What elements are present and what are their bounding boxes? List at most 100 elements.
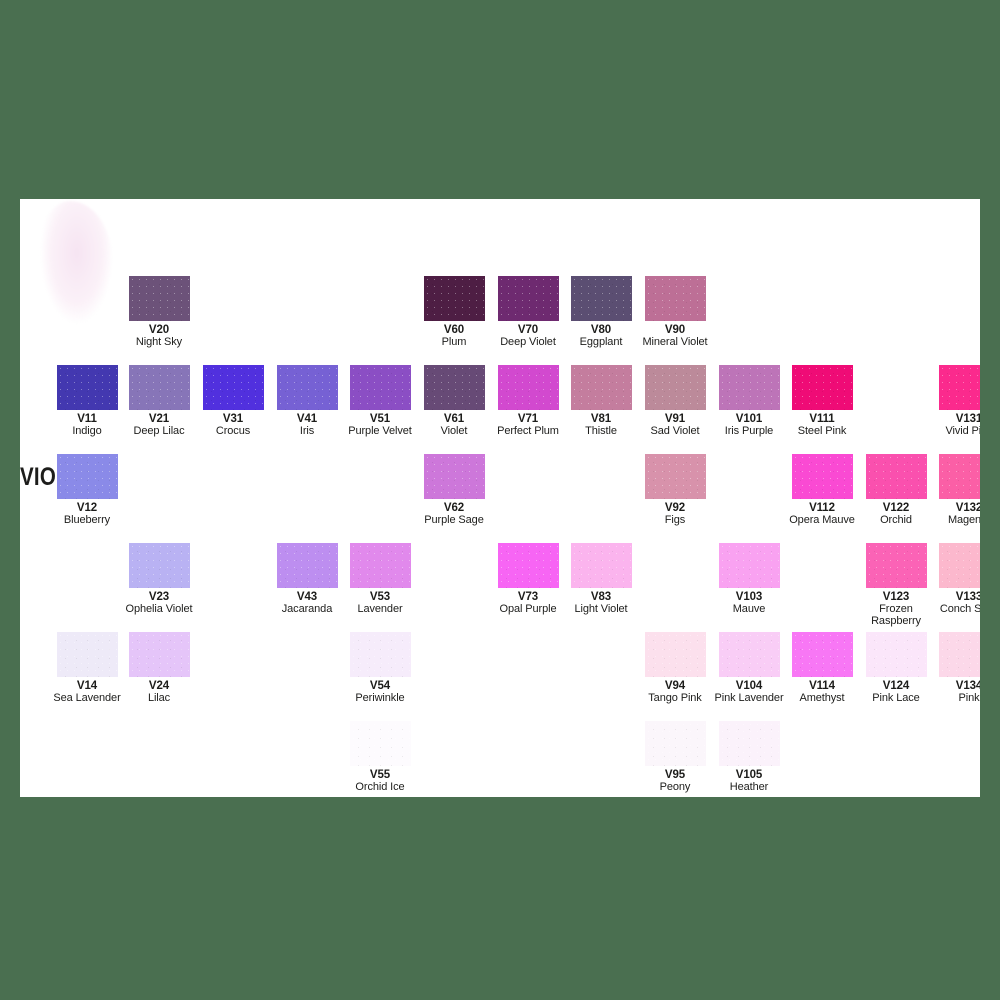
colour-swatch[interactable]	[423, 276, 485, 321]
swatch-cell[interactable]: V60 Plum	[417, 276, 491, 348]
swatch-code: V92	[664, 502, 686, 514]
colour-swatch[interactable]	[718, 721, 780, 766]
swatch-cell[interactable]: V21 Deep Lilac	[122, 365, 196, 437]
colour-swatch[interactable]	[56, 632, 118, 677]
swatch-caption: V61 Violet	[417, 413, 491, 437]
swatch-cell[interactable]: V122 Orchid	[859, 454, 933, 526]
colour-swatch[interactable]	[938, 454, 980, 499]
colour-swatch[interactable]	[644, 632, 706, 677]
swatch-cell[interactable]: V61 Violet	[417, 365, 491, 437]
colour-swatch[interactable]	[570, 365, 632, 410]
swatch-cell[interactable]: V55 Orchid Ice	[343, 721, 417, 793]
swatch-cell[interactable]: V41 Iris	[270, 365, 344, 437]
colour-swatch[interactable]	[128, 543, 190, 588]
swatch-name: Frozen Raspberry	[871, 603, 921, 628]
colour-swatch[interactable]	[56, 365, 118, 410]
colour-swatch[interactable]	[791, 454, 853, 499]
colour-swatch[interactable]	[644, 276, 706, 321]
swatch-cell[interactable]: V111 Steel Pink	[785, 365, 859, 437]
colour-swatch[interactable]	[349, 632, 411, 677]
swatch-name: Perfect Plum	[497, 425, 559, 438]
colour-swatch[interactable]	[718, 543, 780, 588]
swatch-cell[interactable]: V12 Blueberry	[50, 454, 124, 526]
swatch-cell[interactable]: V81 Thistle	[564, 365, 638, 437]
colour-swatch[interactable]	[128, 365, 190, 410]
swatch-cell[interactable]: V91 Sad Violet	[638, 365, 712, 437]
swatch-cell[interactable]: V124 Pink Lace	[859, 632, 933, 704]
swatch-cell[interactable]: V51 Purple Velvet	[343, 365, 417, 437]
colour-swatch[interactable]	[865, 543, 927, 588]
colour-swatch[interactable]	[644, 721, 706, 766]
swatch-cell[interactable]: V70 Deep Violet	[491, 276, 565, 348]
colour-swatch[interactable]	[718, 632, 780, 677]
swatch-cell[interactable]: V14 Sea Lavender	[50, 632, 124, 704]
swatch-cell[interactable]: V43 Jacaranda	[270, 543, 344, 615]
swatch-cell[interactable]: V134 Pink	[932, 632, 980, 704]
colour-swatch[interactable]	[349, 721, 411, 766]
swatch-cell[interactable]: V24 Lilac	[122, 632, 196, 704]
colour-swatch[interactable]	[791, 632, 853, 677]
swatch-cell[interactable]: V71 Perfect Plum	[491, 365, 565, 437]
colour-swatch[interactable]	[423, 365, 485, 410]
colour-swatch[interactable]	[570, 276, 632, 321]
swatch-cell[interactable]: V11 Indigo	[50, 365, 124, 437]
swatch-cell[interactable]: V112 Opera Mauve	[785, 454, 859, 526]
swatch-cell[interactable]: V94 Tango Pink	[638, 632, 712, 704]
colour-swatch[interactable]	[865, 632, 927, 677]
colour-swatch[interactable]	[497, 365, 559, 410]
swatch-cell[interactable]: V101 Iris Purple	[712, 365, 786, 437]
swatch-caption: V31 Crocus	[196, 413, 270, 437]
swatch-cell[interactable]: V131Vivid Pink	[932, 365, 980, 437]
swatch-code: V73	[517, 591, 539, 603]
swatch-name: Magenta	[947, 514, 980, 527]
swatch-cell[interactable]: V95 Peony	[638, 721, 712, 793]
colour-swatch[interactable]	[276, 543, 338, 588]
swatch-cell[interactable]: V73 Opal Purple	[491, 543, 565, 615]
swatch-code: V132	[955, 502, 980, 514]
swatch-cell[interactable]: V105 Heather	[712, 721, 786, 793]
swatch-name: Iris	[299, 425, 315, 438]
colour-swatch[interactable]	[938, 632, 980, 677]
swatch-code: V124	[882, 680, 910, 692]
swatch-cell[interactable]: V104 Pink Lavender	[712, 632, 786, 704]
swatch-cell[interactable]: V62 Purple Sage	[417, 454, 491, 526]
swatch-caption: V20 Night Sky	[122, 324, 196, 348]
swatch-cell[interactable]: V133Conch Shell	[932, 543, 980, 615]
swatch-cell[interactable]: V92 Figs	[638, 454, 712, 526]
swatch-code: V43	[296, 591, 318, 603]
colour-swatch[interactable]	[644, 365, 706, 410]
swatch-cell[interactable]: V114 Amethyst	[785, 632, 859, 704]
colour-swatch[interactable]	[570, 543, 632, 588]
swatch-cell[interactable]: V20 Night Sky	[122, 276, 196, 348]
swatch-caption: V43 Jacaranda	[270, 591, 344, 615]
swatch-cell[interactable]: V103 Mauve	[712, 543, 786, 615]
colour-swatch[interactable]	[497, 543, 559, 588]
colour-swatch[interactable]	[128, 276, 190, 321]
colour-swatch[interactable]	[202, 365, 264, 410]
colour-swatch[interactable]	[791, 365, 853, 410]
swatch-cell[interactable]: V123 Frozen Raspberry	[859, 543, 933, 628]
colour-swatch[interactable]	[938, 365, 980, 410]
swatch-cell[interactable]: V31 Crocus	[196, 365, 270, 437]
swatch-cell[interactable]: V80 Eggplant	[564, 276, 638, 348]
colour-swatch[interactable]	[349, 365, 411, 410]
colour-swatch[interactable]	[128, 632, 190, 677]
colour-swatch[interactable]	[423, 454, 485, 499]
swatch-cell[interactable]: V23 Ophelia Violet	[122, 543, 196, 615]
swatch-cell[interactable]: V90 Mineral Violet	[638, 276, 712, 348]
colour-swatch[interactable]	[865, 454, 927, 499]
swatch-name: Pink Lace	[872, 692, 920, 705]
colour-swatch[interactable]	[497, 276, 559, 321]
colour-swatch[interactable]	[276, 365, 338, 410]
swatch-code: V23	[148, 591, 170, 603]
colour-swatch[interactable]	[349, 543, 411, 588]
colour-swatch[interactable]	[56, 454, 118, 499]
swatch-name: Conch Shell	[939, 603, 980, 616]
swatch-cell[interactable]: V132Magenta	[932, 454, 980, 526]
colour-swatch[interactable]	[938, 543, 980, 588]
colour-swatch[interactable]	[644, 454, 706, 499]
swatch-cell[interactable]: V54 Periwinkle	[343, 632, 417, 704]
swatch-cell[interactable]: V53 Lavender	[343, 543, 417, 615]
swatch-cell[interactable]: V83 Light Violet	[564, 543, 638, 615]
colour-swatch[interactable]	[718, 365, 780, 410]
